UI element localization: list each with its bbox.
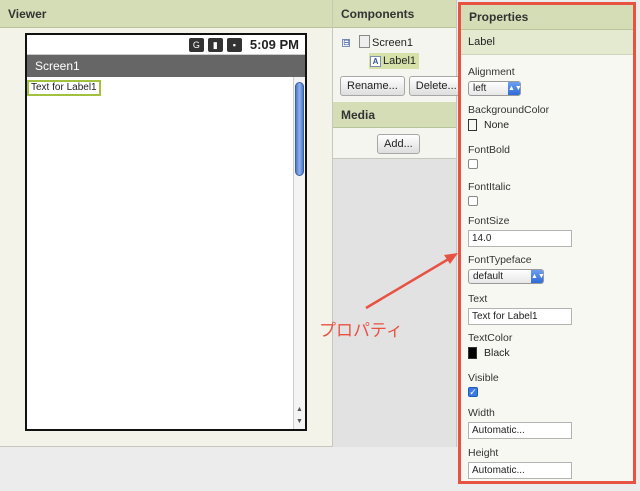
viewer-header: Viewer: [0, 0, 332, 28]
prop-text: Text: [468, 293, 572, 325]
viewer-panel: Viewer G ▮ ▪ 5:09 PM Screen1 Text for La…: [0, 0, 333, 447]
phone-preview: G ▮ ▪ 5:09 PM Screen1 Text for Label1 ▲ …: [25, 33, 307, 431]
fontbold-checkbox[interactable]: [468, 159, 478, 169]
prop-fontsize: FontSize: [468, 215, 572, 247]
fontitalic-label: FontItalic: [468, 181, 511, 193]
scroll-thumb[interactable]: [295, 82, 304, 176]
annotation-text: プロパティ: [319, 321, 403, 341]
components-panel: Components ⊟ Screen1 A Label1 Rename... …: [333, 0, 464, 102]
fontsize-input[interactable]: [468, 230, 572, 247]
alignment-select[interactable]: left ▲▼: [468, 81, 522, 96]
alignment-label: Alignment: [468, 66, 515, 78]
screen-icon: [359, 35, 370, 48]
screen-body[interactable]: Text for Label1 ▲ ▼: [27, 77, 305, 429]
screen-scrollbar[interactable]: ▲ ▼: [293, 77, 305, 429]
height-label: Height: [468, 447, 499, 459]
label1-component[interactable]: Text for Label1: [27, 80, 101, 96]
prop-fontbold: FontBold: [468, 144, 510, 169]
empty-area: [333, 159, 457, 447]
fonttypeface-value: default: [473, 271, 504, 282]
prop-alignment: Alignment left ▲▼: [468, 66, 522, 96]
components-header: Components: [333, 0, 456, 28]
text-label: Text: [468, 293, 488, 305]
status-time: 5:09 PM: [249, 37, 299, 52]
prop-height: Height: [468, 447, 572, 479]
media-panel: Media Add...: [333, 102, 457, 159]
textcolor-swatch[interactable]: [468, 347, 477, 360]
app-inventor-designer: Viewer G ▮ ▪ 5:09 PM Screen1 Text for La…: [0, 0, 640, 491]
prop-textcolor: TextColor Black: [468, 332, 513, 360]
prop-visible: Visible ✓: [468, 372, 499, 397]
signal-icon: ▮: [207, 37, 223, 52]
properties-panel: Properties Label Alignment left ▲▼ Backg…: [458, 2, 636, 484]
height-input[interactable]: [468, 462, 572, 479]
fontsize-label: FontSize: [468, 215, 510, 227]
add-media-button[interactable]: Add...: [377, 134, 420, 154]
textcolor-value[interactable]: Black: [484, 347, 510, 359]
text-input[interactable]: [468, 308, 572, 325]
fontbold-label: FontBold: [468, 144, 511, 156]
tree-node-label1-text: Label1: [383, 55, 417, 67]
collapse-toggle-icon[interactable]: ⊟: [342, 39, 350, 47]
scroll-up-arrow-icon[interactable]: ▲: [294, 404, 305, 415]
label-component-icon: A: [370, 55, 381, 67]
visible-checkbox[interactable]: ✓: [468, 387, 478, 397]
width-input[interactable]: [468, 422, 572, 439]
backgroundcolor-label: BackgroundColor: [468, 104, 550, 116]
tree-node-label1[interactable]: A Label1: [369, 53, 420, 69]
rename-button[interactable]: Rename...: [340, 76, 405, 96]
tree-node-screen1[interactable]: Screen1: [372, 37, 413, 49]
status-bar: G ▮ ▪ 5:09 PM: [27, 35, 305, 55]
battery-icon: ▪: [226, 37, 242, 52]
select-arrow-icon: ▲▼: [531, 270, 545, 283]
fontitalic-checkbox[interactable]: [468, 196, 478, 206]
prop-width: Width: [468, 407, 572, 439]
delete-button[interactable]: Delete...: [408, 76, 464, 96]
component-tree: ⊟ Screen1 A Label1: [333, 28, 456, 74]
fonttypeface-label: FontTypeface: [468, 254, 532, 266]
fonttypeface-select[interactable]: default ▲▼: [468, 269, 545, 284]
prop-fonttypeface: FontTypeface default ▲▼: [468, 254, 545, 284]
textcolor-label: TextColor: [468, 332, 513, 344]
select-arrow-icon: ▲▼: [508, 82, 522, 95]
properties-header: Properties: [461, 5, 633, 30]
alignment-value: left: [473, 83, 487, 94]
media-header: Media: [333, 102, 456, 128]
scroll-down-arrow-icon[interactable]: ▼: [294, 416, 305, 427]
screen-title-bar: Screen1: [27, 55, 305, 77]
backgroundcolor-swatch[interactable]: [468, 119, 477, 132]
backgroundcolor-value[interactable]: None: [484, 119, 509, 131]
component-actions: Rename... Delete...: [340, 76, 464, 96]
prop-fontitalic: FontItalic: [468, 181, 511, 206]
visible-label: Visible: [468, 372, 499, 384]
network-type-icon: G: [188, 37, 204, 52]
selected-component-type: Label: [461, 30, 633, 55]
prop-backgroundcolor: BackgroundColor None: [468, 104, 550, 132]
width-label: Width: [468, 407, 495, 419]
